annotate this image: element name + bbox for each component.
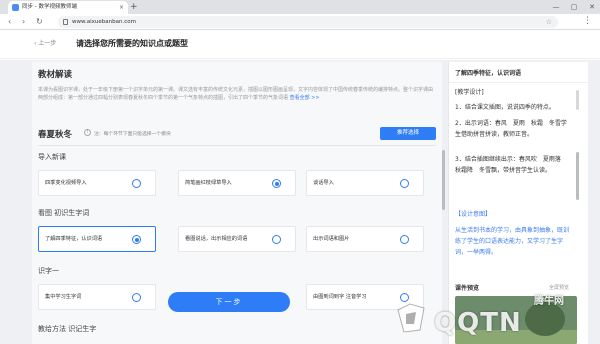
option-label: 集中学习生字词 [45, 294, 82, 300]
option-label: 由图到词到字 注音学习 [313, 294, 367, 300]
maximize-icon[interactable]: ▢ [566, 0, 582, 14]
page-title: 请选择您所需要的知识点或题型 [76, 39, 188, 48]
lock-icon [63, 19, 68, 25]
selection-hint: 注：每个环节下面只能选择一个模块 [94, 132, 171, 137]
step-text: 1．结合课文插图，说说四季的特点。 [455, 104, 555, 111]
group-label: 看图 初识生字词 [38, 209, 90, 217]
preview-tree [525, 302, 565, 336]
option-card[interactable]: 集中学习生字词 [38, 284, 156, 310]
radio-button[interactable] [400, 293, 409, 302]
option-card-selected[interactable]: 了解四季特征，认识词语 [38, 226, 156, 252]
lesson-title: 春夏秋冬 [38, 130, 73, 140]
detail-heading: 了解四季特征，认识词语 [455, 70, 522, 77]
courseware-preview-image[interactable] [455, 296, 577, 344]
info-icon: ! [84, 129, 91, 136]
reload-icon[interactable]: ↻ [36, 17, 43, 27]
option-card[interactable]: 出示词语和图片 [306, 226, 424, 252]
browser-toolbar: ‹ › ↻ www.aixuebanban.com ☆ ⋮ [0, 14, 600, 30]
section-title: 教材解读 [38, 70, 73, 80]
detail-scrollbar[interactable] [576, 152, 579, 200]
browser-tab[interactable]: 同步 - 数学视频教师端 × [8, 1, 128, 14]
radio-button[interactable] [400, 235, 409, 244]
group-label: 教给方法 识记生字 [38, 325, 97, 333]
step-text: 3．结合插图继续出示：春风吹 夏雨落 秋霜降 冬雪飘，带拼音学生认读。 [455, 156, 567, 174]
option-card[interactable]: 四季变化视频导入 [38, 170, 156, 196]
preview-title: 课件预览 [455, 285, 480, 292]
page-header: ‹ 上一步 请选择您所需要的知识点或题型 [0, 31, 600, 59]
textbook-intro: 本课为看图识字课，处于一年级下册第一个识字单元的第一课。课文选有丰富的传统文化元… [38, 86, 436, 102]
radio-button[interactable] [272, 235, 281, 244]
tab-title: 同步 - 数学视频教师端 [22, 4, 77, 10]
divider [38, 145, 436, 146]
option-card[interactable]: 看图说话，出示相应的词语 [178, 226, 296, 252]
fullscreen-preview-link[interactable]: 全屏预览 [549, 284, 569, 291]
minimize-icon[interactable]: — [548, 0, 564, 14]
divider [449, 82, 588, 83]
option-label: 出示词语和图片 [313, 236, 350, 242]
intent-text: 从生活到书本的学习，由具象到抽象，既训练了学生的口语表达能力，又学习了生字词，一… [455, 227, 570, 256]
back-button[interactable]: ‹ 上一步 [34, 39, 56, 49]
recommend-button[interactable]: 推荐选择 [380, 127, 436, 140]
close-window-icon[interactable]: ✕ [584, 0, 600, 14]
view-all-link[interactable]: 查看全部 >> [290, 95, 320, 101]
address-bar[interactable]: www.aixuebanban.com ☆ [58, 16, 558, 28]
option-label: 谈话导入 [313, 180, 334, 186]
browser-menu-icon[interactable]: ⋮ [583, 16, 592, 26]
radio-button[interactable] [400, 179, 409, 188]
group-label: 识字一 [38, 267, 59, 275]
option-label: 看图说话，出示相应的词语 [185, 236, 248, 242]
radio-button[interactable] [132, 293, 141, 302]
option-card[interactable]: 简笔画红枝绿草导入 [178, 170, 296, 196]
option-card[interactable]: 谈话导入 [306, 170, 424, 196]
tab-close-icon[interactable]: × [119, 1, 124, 14]
detail-scrollbar-track [576, 90, 579, 110]
preview-ground [455, 330, 577, 344]
next-step-button[interactable]: 下一步 [168, 292, 290, 312]
radio-button-checked[interactable] [132, 235, 141, 244]
option-label: 简笔画红枝绿草导入 [185, 180, 232, 186]
process-label: [教学设计] [455, 89, 484, 96]
bookmark-star-icon[interactable]: ☆ [546, 16, 552, 28]
browser-tab-bar: 同步 - 数学视频教师端 × + — ▢ ✕ [0, 0, 600, 14]
favicon-icon [12, 4, 19, 11]
main-scrollbar[interactable] [442, 150, 445, 210]
option-label: 了解四季特征，认识词语 [45, 236, 103, 242]
detail-panel: 了解四季特征，认识词语 [教学设计] 1．结合课文插图，说说四季的特点。 2．出… [448, 62, 588, 344]
option-card[interactable]: 由图到词到字 注音学习 [306, 284, 424, 310]
option-label: 四季变化视频导入 [45, 180, 87, 186]
intent-label: 【设计意图】 [455, 211, 492, 218]
radio-button[interactable] [132, 179, 141, 188]
radio-button-checked[interactable] [272, 179, 281, 188]
group-label: 导入新课 [38, 153, 66, 161]
intro-text: 本课为看图识字课，处于一年级下册第一个识字单元的第一课。课文选有丰富的传统文化元… [38, 87, 434, 101]
forward-nav-icon[interactable]: › [22, 17, 25, 27]
new-tab-button[interactable]: + [130, 1, 138, 14]
main-panel: 教材解读 本课为看图识字课，处于一年级下册第一个识字单元的第一课。课文选有丰富的… [32, 62, 442, 344]
step-text: 2．出示词语：春风 夏雨 秋霜 冬雪学生借助拼音拼读，教师正音。 [455, 120, 567, 138]
url-text: www.aixuebanban.com [72, 19, 136, 25]
back-nav-icon[interactable]: ‹ [8, 17, 11, 27]
